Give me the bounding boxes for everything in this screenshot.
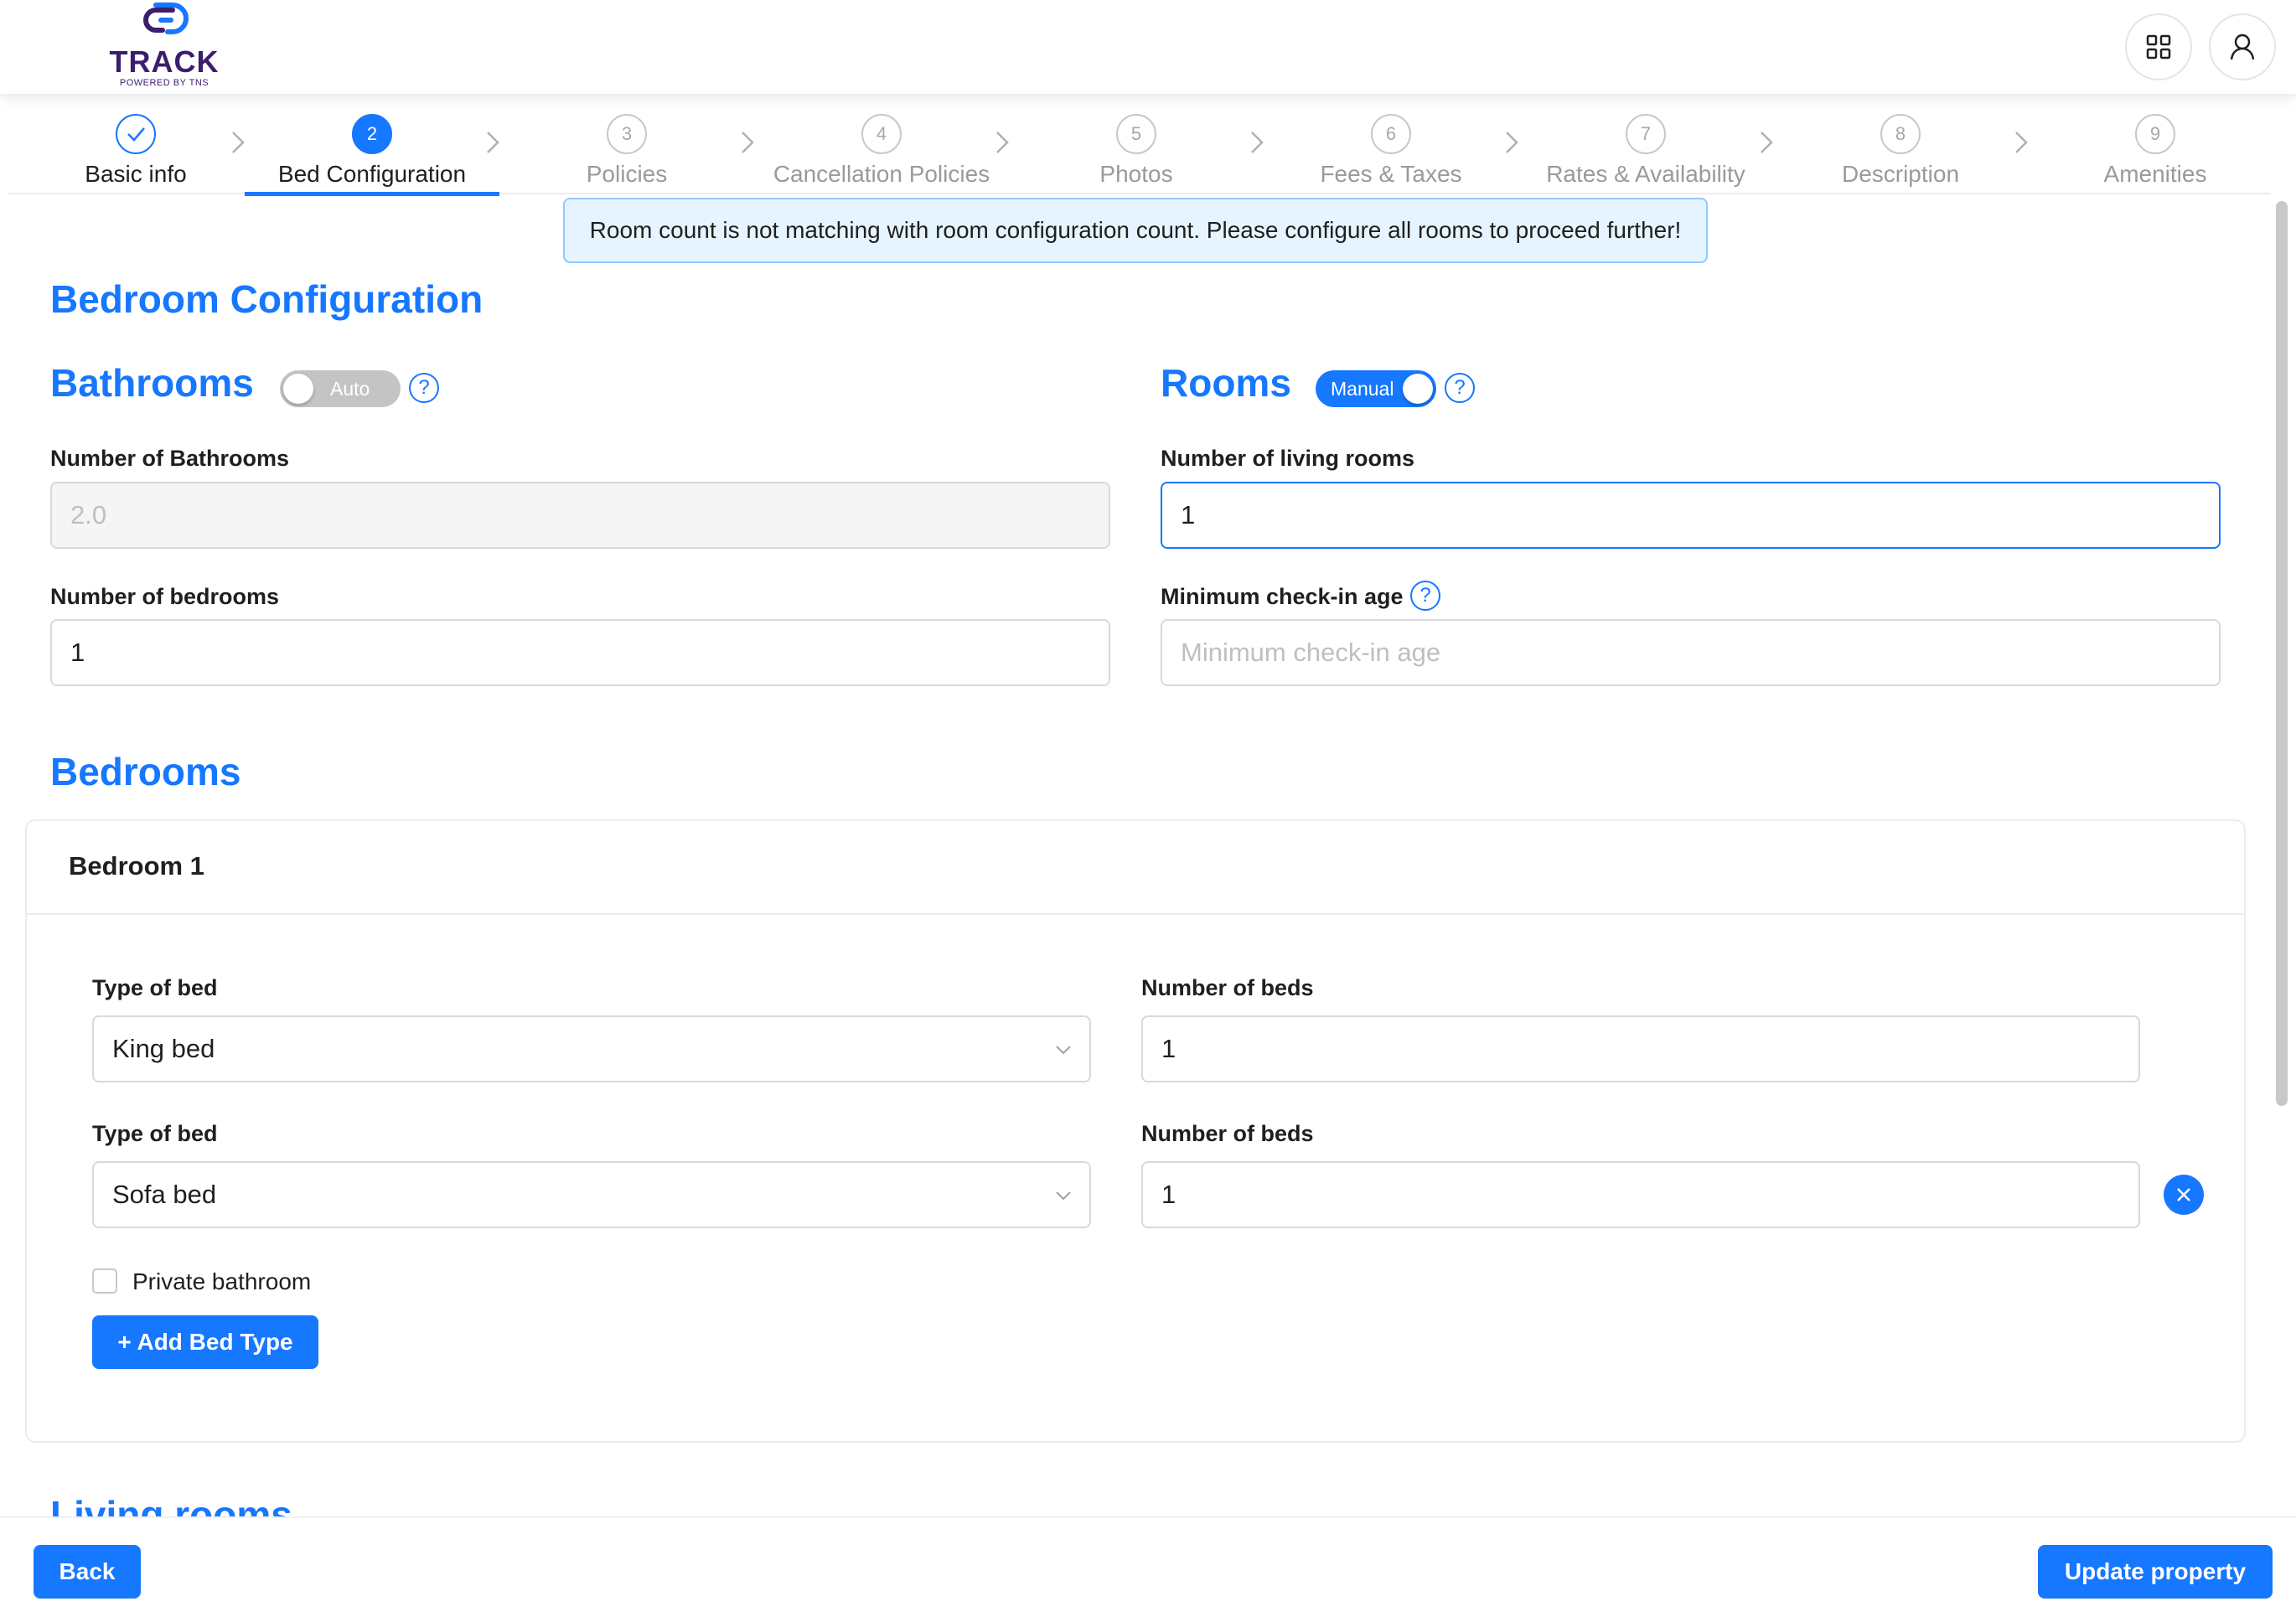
bed-count-input[interactable]: 1 bbox=[1141, 1015, 2140, 1082]
bathrooms-count-input[interactable]: 2.0 bbox=[50, 482, 1110, 549]
remove-bed-button[interactable] bbox=[2164, 1175, 2204, 1215]
select-value: King bed bbox=[112, 1034, 215, 1063]
step-number: 4 bbox=[861, 114, 902, 154]
bed-type-label: Type of bed bbox=[92, 1121, 218, 1146]
heading-text: Living rooms bbox=[50, 1493, 292, 1516]
close-icon bbox=[2177, 1188, 2190, 1201]
input-value: 1 bbox=[1161, 1034, 1176, 1063]
add-bed-type-button[interactable]: + Add Bed Type bbox=[92, 1315, 318, 1369]
rooms-heading: Rooms bbox=[1161, 361, 1291, 405]
step-label: Amenities bbox=[2103, 161, 2207, 187]
user-menu-button[interactable] bbox=[2209, 13, 2276, 80]
grid-icon bbox=[2146, 34, 2171, 59]
private-bathroom-label: Private bathroom bbox=[132, 1268, 312, 1294]
user-icon bbox=[2230, 34, 2255, 60]
step-cancellation-policies[interactable]: 4 Cancellation Policies bbox=[754, 109, 1009, 194]
rooms-manual-toggle[interactable]: Manual bbox=[1316, 370, 1436, 407]
step-label: Fees & Taxes bbox=[1320, 161, 1462, 187]
step-amenities[interactable]: 9 Amenities bbox=[2028, 109, 2283, 194]
step-label: Bed Configuration bbox=[277, 161, 467, 187]
bathrooms-auto-toggle[interactable]: Auto bbox=[280, 370, 401, 407]
room-count-alert: Room count is not matching with room con… bbox=[563, 198, 1708, 263]
step-number: 5 bbox=[1116, 114, 1156, 154]
step-rates-availability[interactable]: 7 Rates & Availability bbox=[1518, 109, 1773, 194]
bedrooms-count-input[interactable]: 1 bbox=[50, 619, 1110, 686]
input-value: 1 bbox=[1181, 500, 1196, 529]
bedrooms-count-label: Number of bedrooms bbox=[50, 584, 280, 609]
step-label: Policies bbox=[586, 161, 668, 187]
step-bed-configuration[interactable]: 2 Bed Configuration bbox=[245, 109, 499, 196]
vertical-scrollbar[interactable] bbox=[2276, 201, 2288, 1106]
checkin-age-label: Minimum check-in age bbox=[1161, 584, 1404, 609]
living-rooms-input[interactable]: 1 bbox=[1161, 482, 2221, 549]
help-icon[interactable]: ? bbox=[1445, 373, 1475, 403]
bedroom-title: Bedroom 1 bbox=[69, 851, 204, 881]
input-placeholder: Minimum check-in age bbox=[1181, 638, 1441, 667]
step-number: 7 bbox=[1626, 114, 1666, 154]
step-number: 3 bbox=[607, 114, 647, 154]
living-rooms-heading: Living rooms bbox=[50, 1488, 292, 1516]
brand-tagline: POWERED BY TNS bbox=[119, 78, 209, 88]
toggle-knob bbox=[1403, 374, 1433, 404]
brand-name: TRACK bbox=[109, 44, 220, 79]
chevron-down-icon bbox=[1056, 1191, 1071, 1201]
input-value: 2.0 bbox=[70, 500, 107, 529]
step-description[interactable]: 8 Description bbox=[1773, 109, 2028, 194]
help-icon[interactable]: ? bbox=[1410, 581, 1440, 611]
step-label: Rates & Availability bbox=[1546, 161, 1745, 187]
toggle-label: Auto bbox=[330, 377, 370, 400]
brand-logo[interactable]: TRACK POWERED BY TNS bbox=[106, 0, 223, 94]
step-number: 8 bbox=[1880, 114, 1921, 154]
toggle-knob bbox=[283, 374, 313, 404]
page-title: Bedroom Configuration bbox=[50, 277, 484, 321]
step-photos[interactable]: 5 Photos bbox=[1009, 109, 1264, 194]
help-icon[interactable]: ? bbox=[409, 373, 439, 403]
step-number: 6 bbox=[1371, 114, 1411, 154]
bed-count-input[interactable]: 1 bbox=[1141, 1161, 2140, 1228]
checkin-age-input[interactable]: Minimum check-in age bbox=[1161, 619, 2221, 686]
bed-type-label: Type of bed bbox=[92, 975, 218, 1000]
check-icon bbox=[116, 114, 156, 154]
update-property-button[interactable]: Update property bbox=[2038, 1545, 2273, 1599]
bathrooms-heading: Bathrooms bbox=[50, 361, 254, 405]
living-rooms-label: Number of living rooms bbox=[1161, 446, 1415, 471]
step-fees-taxes[interactable]: 6 Fees & Taxes bbox=[1264, 109, 1518, 194]
bedroom-card: Bedroom 1 Type of bed King bed Number of… bbox=[25, 819, 2246, 1443]
apps-button[interactable] bbox=[2125, 13, 2192, 80]
top-header: TRACK POWERED BY TNS bbox=[0, 0, 2296, 94]
input-value: 1 bbox=[1161, 1180, 1176, 1209]
bedrooms-heading: Bedrooms bbox=[50, 750, 241, 793]
step-number: 9 bbox=[2135, 114, 2175, 154]
private-bathroom-checkbox[interactable] bbox=[92, 1268, 117, 1294]
progress-stepper: Basic info 2 Bed Configuration 3 Policie… bbox=[8, 109, 2271, 196]
step-number: 2 bbox=[352, 114, 392, 154]
bed-type-select[interactable]: Sofa bed bbox=[92, 1161, 1091, 1228]
alert-message: Room count is not matching with room con… bbox=[589, 217, 1682, 243]
step-label: Photos bbox=[1099, 161, 1173, 187]
bed-count-label: Number of beds bbox=[1141, 1121, 1314, 1146]
footer-bar: Back Update property bbox=[0, 1516, 2296, 1622]
select-value: Sofa bed bbox=[112, 1180, 217, 1209]
active-step-indicator bbox=[245, 192, 499, 196]
input-value: 1 bbox=[70, 638, 85, 667]
logo-mark-icon bbox=[143, 2, 189, 34]
step-label: Description bbox=[1841, 161, 1960, 187]
step-policies[interactable]: 3 Policies bbox=[499, 109, 754, 194]
step-basic-info[interactable]: Basic info bbox=[8, 109, 263, 194]
bed-count-label: Number of beds bbox=[1141, 975, 1314, 1000]
step-label: Basic info bbox=[85, 161, 187, 187]
chevron-down-icon bbox=[1056, 1046, 1071, 1055]
toggle-label: Manual bbox=[1331, 377, 1394, 400]
bathrooms-count-label: Number of Bathrooms bbox=[50, 446, 290, 471]
step-label: Cancellation Policies bbox=[773, 161, 990, 187]
bedroom-card-header: Bedroom 1 bbox=[27, 821, 2244, 915]
back-button[interactable]: Back bbox=[34, 1545, 141, 1599]
bed-type-select[interactable]: King bed bbox=[92, 1015, 1091, 1082]
